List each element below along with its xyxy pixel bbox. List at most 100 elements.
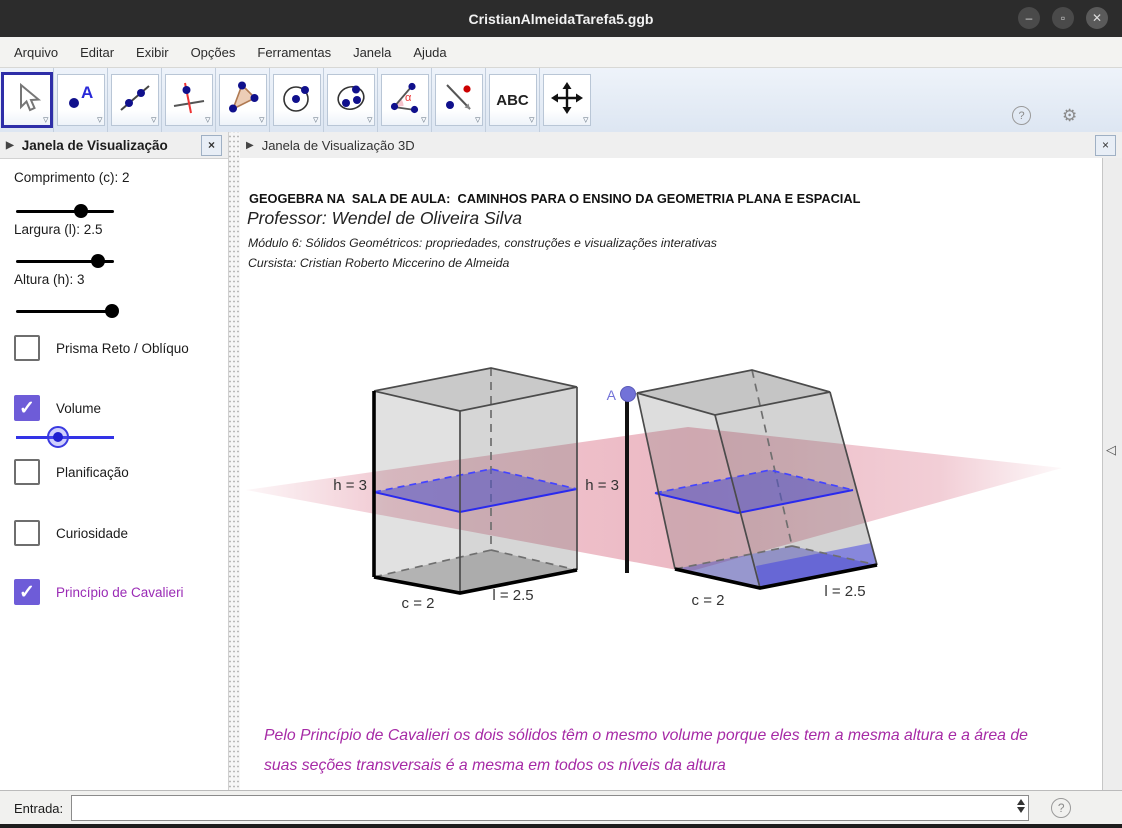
graphics-view-panel: ▶ Janela de Visualização × Comprimento (… <box>0 132 228 790</box>
tool-dropdown-icon[interactable]: ▿ <box>97 113 103 126</box>
close-button[interactable]: ✕ <box>1086 7 1108 29</box>
angle-icon: α <box>388 81 422 120</box>
tool-dropdown-icon[interactable]: ▿ <box>529 113 535 126</box>
polygon-tool-button[interactable]: ▿ <box>219 74 267 126</box>
gear-icon[interactable]: ⚙ <box>1062 106 1077 126</box>
perpendicular-line-tool-button[interactable]: ▿ <box>165 74 213 126</box>
title-bar: CristianAlmeidaTarefa5.ggb – ▫ ✕ <box>0 0 1122 37</box>
move-view-tool-button[interactable]: ▿ <box>543 74 591 126</box>
label-point-a: A <box>607 387 617 403</box>
tool-dropdown-icon[interactable]: ▿ <box>313 113 319 126</box>
help-icon[interactable]: ? <box>1012 106 1031 125</box>
label-c-right: c = 2 <box>692 592 725 609</box>
right-prism-solid[interactable] <box>374 368 577 593</box>
checkbox-label-cavalieri: Princípio de Cavalieri <box>56 585 184 600</box>
panel-arrow-icon[interactable]: ▶ <box>6 140 14 151</box>
geogebra-window: CristianAlmeidaTarefa5.ggb – ▫ ✕ Arquivo… <box>0 0 1122 828</box>
oblique-prism-solid[interactable] <box>637 370 877 588</box>
line-tool-button[interactable]: ▿ <box>111 74 159 126</box>
panel-close-icon[interactable]: × <box>201 135 222 156</box>
move-view-icon <box>550 81 584 120</box>
minimize-button[interactable]: – <box>1018 7 1040 29</box>
graphics-view-header: ▶ Janela de Visualização × <box>0 132 228 159</box>
circle-tool-button[interactable]: ▿ <box>273 74 321 126</box>
graphics-3d-title: Janela de Visualização 3D <box>262 138 415 153</box>
menu-editar[interactable]: Editar <box>69 37 125 67</box>
graphics-3d-canvas[interactable]: GEOGEBRA NA SALA DE AULA: CAMINHOS PARA … <box>240 158 1102 790</box>
svg-text:A: A <box>81 83 93 102</box>
label-h-right: h = 3 <box>585 477 619 494</box>
graphics-3d-panel: ▶ Janela de Visualização 3D × GEOGEBRA N… <box>240 132 1122 790</box>
maximize-button[interactable]: ▫ <box>1052 7 1074 29</box>
collapse-left-icon[interactable]: ◁ <box>1106 442 1116 458</box>
checkbox-label-planificacao: Planificação <box>56 465 129 480</box>
point-tool-button[interactable]: A ▿ <box>57 74 105 126</box>
slider-thumb[interactable] <box>74 204 88 218</box>
tool-dropdown-icon[interactable]: ▿ <box>583 113 589 126</box>
checkbox-row-cavalieri: ✓ Princípio de Cavalieri <box>14 579 184 605</box>
checkbox-row-prisma: ✓ Prisma Reto / Oblíquo <box>14 335 189 361</box>
graphics-3d-header: ▶ Janela de Visualização 3D × <box>240 132 1122 159</box>
slider-comprimento[interactable] <box>16 204 114 218</box>
slider-altura[interactable] <box>16 304 114 318</box>
tool-dropdown-icon[interactable]: ▿ <box>259 113 265 126</box>
text-tool-button[interactable]: ABC ▿ <box>489 74 537 126</box>
polygon-icon <box>226 81 260 120</box>
input-label: Entrada: <box>14 801 63 816</box>
menu-opcoes[interactable]: Opções <box>180 37 247 67</box>
tool-dropdown-icon[interactable]: ▿ <box>367 113 373 126</box>
menu-janela[interactable]: Janela <box>342 37 402 67</box>
line-icon <box>118 81 152 120</box>
checkbox-planificacao[interactable]: ✓ <box>14 459 40 485</box>
tool-dropdown-icon[interactable]: ▿ <box>205 113 211 126</box>
slider-thumb[interactable] <box>91 254 105 268</box>
menu-arquivo[interactable]: Arquivo <box>0 37 69 67</box>
move-tool-button[interactable]: ▿ <box>1 72 53 128</box>
checkbox-label-curiosidade: Curiosidade <box>56 526 128 541</box>
tool-dropdown-icon[interactable]: ▿ <box>475 113 481 126</box>
algebra-input[interactable] <box>71 795 1029 821</box>
slider-largura[interactable] <box>16 254 114 268</box>
checkbox-label-prisma: Prisma Reto / Oblíquo <box>56 341 189 356</box>
text-icon: ABC <box>496 92 529 109</box>
checkbox-prisma[interactable]: ✓ <box>14 335 40 361</box>
volume-slider[interactable] <box>16 426 114 448</box>
ellipse-icon <box>334 81 368 120</box>
checkbox-row-curiosidade: ✓ Curiosidade <box>14 520 128 546</box>
panel-arrow-icon[interactable]: ▶ <box>246 140 254 151</box>
label-h-left: h = 3 <box>333 477 367 494</box>
point-icon: A <box>64 81 98 120</box>
slider-track[interactable] <box>16 210 114 213</box>
slider-label-largura: Largura (l): 2.5 <box>14 222 103 237</box>
panel-close-icon[interactable]: × <box>1095 135 1116 156</box>
checkbox-cavalieri[interactable]: ✓ <box>14 579 40 605</box>
window-title: CristianAlmeidaTarefa5.ggb <box>469 11 654 27</box>
checkbox-curiosidade[interactable]: ✓ <box>14 520 40 546</box>
slider-thumb[interactable] <box>105 304 119 318</box>
reflect-tool-button[interactable]: ▿ <box>435 74 483 126</box>
input-bar: Entrada: ? <box>0 790 1122 825</box>
svg-text:α: α <box>405 92 412 104</box>
ellipse-tool-button[interactable]: ▿ <box>327 74 375 126</box>
tool-dropdown-icon[interactable]: ▿ <box>151 113 157 126</box>
menu-ajuda[interactable]: Ajuda <box>402 37 457 67</box>
input-history-spinner[interactable] <box>1017 799 1025 813</box>
checkbox-row-volume: ✓ Volume <box>14 395 101 421</box>
checkbox-label-volume: Volume <box>56 401 101 416</box>
tool-dropdown-icon[interactable]: ▿ <box>43 113 49 126</box>
menu-bar: Arquivo Editar Exibir Opções Ferramentas… <box>0 37 1122 68</box>
cursor-icon <box>10 81 44 120</box>
reflect-icon <box>442 81 476 120</box>
checkbox-volume[interactable]: ✓ <box>14 395 40 421</box>
slider-label-altura: Altura (h): 3 <box>14 272 85 287</box>
slider-track[interactable] <box>16 310 114 313</box>
label-l-right: l = 2.5 <box>824 583 865 600</box>
cavalieri-scene: h = 3 h = 3 c = 2 l = 2.5 c = 2 l = 2.5 … <box>240 158 1102 790</box>
tool-dropdown-icon[interactable]: ▿ <box>421 113 427 126</box>
label-c-left: c = 2 <box>402 595 435 612</box>
menu-ferramentas[interactable]: Ferramentas <box>246 37 342 67</box>
menu-exibir[interactable]: Exibir <box>125 37 180 67</box>
angle-tool-button[interactable]: α ▿ <box>381 74 429 126</box>
input-help-icon[interactable]: ? <box>1051 798 1071 818</box>
point-a[interactable] <box>621 387 636 402</box>
